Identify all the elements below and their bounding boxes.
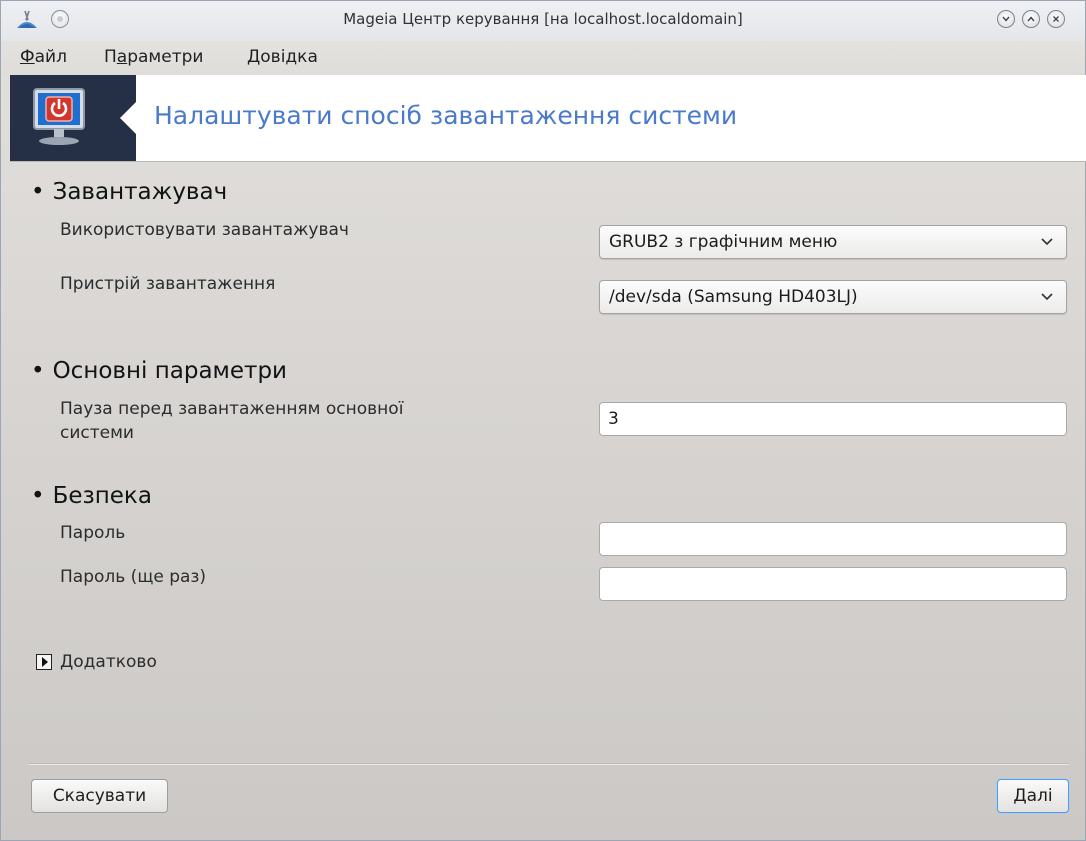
boot-device-label: Пристрій завантаження — [60, 274, 276, 294]
boot-device-select-value: /dev/sda (Samsung HD403LJ) — [609, 287, 858, 307]
close-button[interactable] — [1047, 10, 1065, 28]
power-monitor-icon — [33, 88, 85, 145]
menu-help-rest: овідка — [260, 47, 318, 67]
boot-delay-input[interactable] — [599, 402, 1067, 436]
section-security-title: Безпека — [52, 483, 152, 509]
menu-help-mnemonic: Д — [247, 47, 261, 67]
banner-notch — [120, 102, 136, 134]
expand-arrow-icon — [36, 654, 52, 670]
bullet-icon: • — [31, 179, 45, 205]
section-main-options-title: Основні параметри — [52, 358, 288, 384]
control-center-window: Mageia Центр керування [на localhost.loc… — [0, 0, 1086, 841]
password-again-input[interactable] — [599, 567, 1067, 601]
chevron-down-icon — [1041, 293, 1053, 301]
chevron-up-icon — [1027, 16, 1035, 22]
menu-file[interactable]: Файл — [20, 47, 67, 67]
close-icon — [1053, 16, 1059, 22]
bootloader-select-value: GRUB2 з графічним меню — [609, 232, 838, 252]
header-banner: Налаштувати спосіб завантаження системи — [10, 75, 1086, 161]
boot-delay-label-line2: системи — [60, 423, 134, 443]
maximize-button[interactable] — [1022, 10, 1040, 28]
banner-divider — [10, 161, 1086, 162]
menu-file-mnemonic: Ф — [20, 47, 35, 67]
menu-settings[interactable]: Параметри — [104, 47, 203, 67]
boot-delay-label: Пауза перед завантаженням основної систе… — [60, 397, 403, 445]
advanced-label: Додатково — [60, 652, 157, 672]
banner-icon-panel — [10, 75, 136, 161]
cancel-button[interactable]: Скасувати — [31, 779, 168, 813]
section-security-heading: • Безпека — [31, 483, 152, 509]
section-main-options-heading: • Основні параметри — [31, 358, 287, 384]
menu-bar: Файл Параметри Довідка — [1, 41, 1085, 75]
bootloader-use-label: Використовувати завантажувач — [60, 220, 349, 240]
advanced-expander[interactable]: Додатково — [36, 652, 157, 672]
page-title: Налаштувати спосіб завантаження системи — [154, 101, 738, 130]
password-again-label: Пароль (ще раз) — [60, 567, 207, 587]
section-bootloader-heading: • Завантажувач — [31, 179, 227, 205]
menu-help[interactable]: Довідка — [247, 47, 318, 67]
password-input[interactable] — [599, 522, 1067, 556]
menu-settings-rest: раметри — [127, 47, 204, 67]
bullet-icon: • — [31, 358, 45, 384]
menu-settings-pre: П — [104, 47, 117, 67]
menu-settings-mnemonic: а — [116, 47, 128, 67]
boot-delay-label-line1: Пауза перед завантаженням основної — [60, 399, 404, 419]
bootloader-select[interactable]: GRUB2 з графічним меню — [599, 225, 1067, 259]
footer-divider — [29, 763, 1069, 765]
boot-device-select[interactable]: /dev/sda (Samsung HD403LJ) — [599, 280, 1067, 314]
menu-file-rest: айл — [34, 47, 67, 67]
chevron-down-icon — [1002, 16, 1010, 22]
bullet-icon: • — [31, 483, 45, 509]
window-title: Mageia Центр керування [на localhost.loc… — [343, 10, 743, 28]
minimize-button[interactable] — [997, 10, 1015, 28]
password-label: Пароль — [60, 523, 126, 543]
title-bar: Mageia Центр керування [на localhost.loc… — [1, 1, 1085, 41]
section-bootloader-title: Завантажувач — [52, 179, 228, 205]
next-button[interactable]: Далі — [997, 779, 1069, 813]
chevron-down-icon — [1041, 238, 1053, 246]
